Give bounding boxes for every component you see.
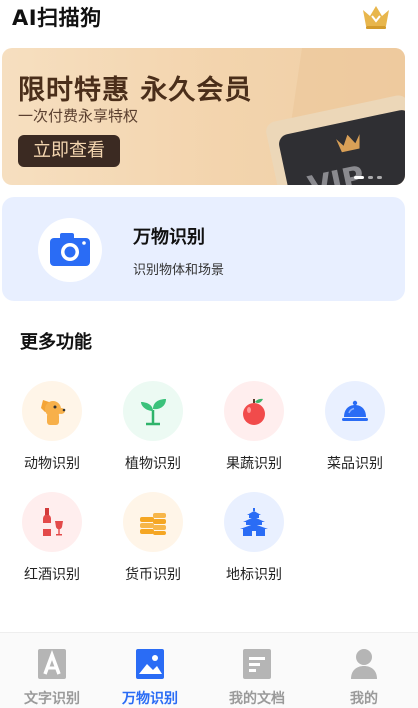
grid-label: 货币识别 — [125, 567, 181, 583]
carousel-indicator — [354, 176, 382, 179]
coins-icon — [123, 492, 183, 552]
grid-label: 动物识别 — [24, 456, 80, 472]
carousel-dot — [368, 176, 373, 179]
wine-recognition-button[interactable]: 红酒识别 — [12, 492, 92, 592]
apple-icon — [224, 381, 284, 441]
object-recognition-card[interactable]: 万物识别 识别物体和场景 — [2, 197, 405, 301]
currency-recognition-button[interactable]: 货币识别 — [113, 492, 193, 592]
grid-label: 植物识别 — [125, 456, 181, 472]
view-now-button[interactable]: 立即查看 — [18, 135, 120, 167]
temple-icon — [224, 492, 284, 552]
tab-label: 万物识别 — [122, 691, 178, 707]
animal-recognition-button[interactable]: 动物识别 — [12, 381, 92, 481]
produce-recognition-button[interactable]: 果蔬识别 — [214, 381, 294, 481]
app-header: AI扫描狗 — [0, 0, 418, 40]
banner-subtitle: 一次付费永享特权 — [18, 107, 139, 125]
tab-my-documents[interactable]: 我的文档 — [205, 633, 309, 708]
image-icon — [136, 649, 164, 679]
feature-title: 万物识别 — [133, 227, 205, 248]
landmark-recognition-button[interactable]: 地标识别 — [214, 492, 294, 592]
sprout-icon — [123, 381, 183, 441]
tab-label: 我的文档 — [229, 691, 285, 707]
banner-title: 限时特惠 永久会员 — [18, 75, 253, 106]
app-title: AI扫描狗 — [12, 6, 102, 30]
grid-label: 红酒识别 — [24, 567, 80, 583]
tab-label: 文字识别 — [24, 691, 80, 707]
plant-recognition-button[interactable]: 植物识别 — [113, 381, 193, 481]
crown-icon[interactable] — [360, 2, 392, 30]
tab-object-recognition[interactable]: 万物识别 — [98, 633, 202, 708]
camera-icon — [38, 218, 102, 282]
tab-text-recognition[interactable]: 文字识别 — [0, 633, 104, 708]
carousel-dot — [377, 176, 382, 179]
grid-label: 果蔬识别 — [226, 456, 282, 472]
food-cloche-icon — [325, 381, 385, 441]
document-icon — [243, 649, 271, 679]
bottom-tab-bar: 文字识别 万物识别 我的文档 我的 — [0, 632, 418, 708]
more-features-title: 更多功能 — [20, 332, 92, 353]
grid-label: 菜品识别 — [327, 456, 383, 472]
promo-banner[interactable]: VIP 限时特惠 永久会员 一次付费永享特权 立即查看 — [2, 48, 405, 185]
feature-subtitle: 识别物体和场景 — [133, 263, 225, 278]
dish-recognition-button[interactable]: 菜品识别 — [315, 381, 395, 481]
user-icon — [351, 649, 377, 679]
tab-label: 我的 — [350, 691, 378, 707]
dog-icon — [22, 381, 82, 441]
tab-profile[interactable]: 我的 — [312, 633, 416, 708]
wine-icon — [22, 492, 82, 552]
grid-label: 地标识别 — [226, 567, 282, 583]
carousel-dot — [354, 176, 364, 179]
text-a-icon — [38, 649, 66, 679]
